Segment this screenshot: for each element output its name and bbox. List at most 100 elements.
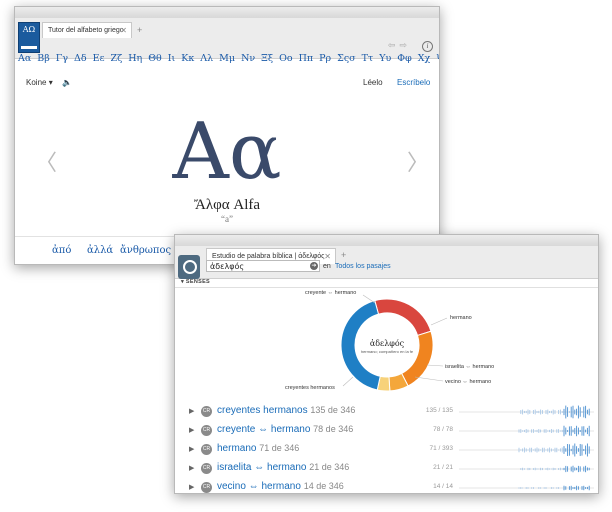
nav-arrows-icon[interactable]: ⇦⇨: [388, 40, 411, 51]
new-tab-icon[interactable]: +: [137, 25, 142, 35]
chevron-down-icon: ▾: [48, 78, 53, 87]
alphabet-letter-0[interactable]: Αα: [18, 53, 31, 64]
sense-label: israelita ⇔ hermano: [217, 462, 307, 473]
search-input[interactable]: ἀδελφός: [206, 260, 320, 272]
speaker-icon[interactable]: 🔈: [62, 78, 72, 87]
slice-label: hermano: [450, 315, 472, 321]
alphabet-letter-16[interactable]: Ρρ: [319, 53, 331, 64]
info-icon[interactable]: i: [422, 41, 433, 52]
sense-icon: CR: [201, 482, 212, 493]
alphabet-letter-15[interactable]: Ππ: [299, 53, 314, 64]
donut-center-word: ἀδελφός: [370, 339, 405, 348]
leader-line: [342, 376, 354, 387]
sense-count: 135 de 346: [310, 405, 356, 415]
example-word[interactable]: ἄνθρωπος: [120, 245, 171, 256]
list-item[interactable]: ▶ CR creyentes hermanos 135 de 346 135 /…: [175, 403, 598, 421]
read-tab[interactable]: Léelo: [363, 78, 383, 87]
write-tab[interactable]: Escríbelo: [397, 78, 430, 87]
search-go-icon[interactable]: ➔: [310, 262, 318, 270]
leader-line: [414, 376, 444, 382]
word-study-window: Estudio de palabra bíblica | ἀδελφός ✕ +…: [174, 234, 599, 494]
senses-donut-chart: ἀδελφόςhermano; compañero en la fe creyen…: [285, 290, 494, 392]
donut-slice-2[interactable]: [400, 330, 434, 387]
letter-name: Ἄλφα Alfa: [193, 197, 261, 213]
slice-label: israelita ⇔ hermano: [445, 364, 494, 370]
sense-icon: CR: [201, 444, 212, 455]
list-item[interactable]: ▶ CR israelita ⇔ hermano 21 de 346 21 / …: [175, 460, 598, 478]
alphabet-letter-8[interactable]: Ιι: [168, 53, 175, 64]
donut-center-gloss: hermano; compañero en la fe: [361, 349, 414, 354]
alphabet-letter-6[interactable]: Ηη: [128, 53, 142, 64]
slice-label: creyentes hermanos: [285, 385, 335, 391]
list-item[interactable]: ▶ CR hermano 71 de 346 71 / 393: [175, 441, 598, 459]
distribution-sparkline: [459, 425, 594, 437]
expand-icon[interactable]: ▶: [189, 426, 194, 434]
distribution-sparkline: [459, 405, 594, 419]
slice-label: vecino ⇔ hermano: [445, 379, 491, 385]
logo-bar: [21, 46, 37, 49]
leader-line: [430, 317, 448, 326]
alphabet-letter-7[interactable]: Θθ: [148, 53, 162, 64]
alphabet-letter-13[interactable]: Ξξ: [261, 53, 273, 64]
sense-ratio: 14 / 14: [433, 483, 453, 490]
leader-line: [362, 294, 376, 304]
tab-tutor[interactable]: Tutor del alfabeto griego ✕: [42, 22, 132, 38]
list-item[interactable]: ▶ CR vecino ⇔ hermano 14 de 346 14 / 14: [175, 479, 598, 493]
alphabet-bar: Αα Ββ Γγ Δδ Εε Ζζ Ηη Θθ Ιι Κκ Λλ Μμ Νν Ξξ Οο Ππ Ρρ Σςσ Ττ Υ…: [15, 53, 439, 64]
sense-label: vecino ⇔ hermano: [217, 481, 301, 492]
sense-ratio: 71 / 393: [429, 445, 454, 452]
logo-text: ΑΩ: [22, 25, 36, 34]
tab-word-study-label: Estudio de palabra bíblica | ἀδελφός: [212, 253, 325, 260]
example-word[interactable]: ἀπό: [52, 245, 71, 256]
letter-display: Αα: [172, 107, 282, 197]
expand-icon[interactable]: ▶: [189, 483, 194, 491]
expand-icon[interactable]: ▶: [189, 445, 194, 453]
dialect-select[interactable]: Koine ▾: [26, 78, 53, 87]
alphabet-letter-10[interactable]: Λλ: [200, 53, 213, 64]
sense-count: 78 de 346: [313, 424, 354, 434]
list-item[interactable]: ▶ CR creyente ⇔ hermano 78 de 346 78 / 7…: [175, 422, 598, 440]
letter-pronunciation: “a”: [221, 214, 233, 224]
distribution-sparkline: [459, 443, 594, 457]
donut-slice-1[interactable]: [374, 298, 432, 337]
expand-icon[interactable]: ▶: [189, 464, 194, 472]
alphabet-letter-18[interactable]: Ττ: [362, 53, 374, 64]
study-logo-icon[interactable]: [178, 255, 200, 279]
alphabet-letter-21[interactable]: Χχ: [418, 53, 431, 64]
sense-label: creyentes hermanos: [217, 405, 308, 416]
alphabet-letter-22[interactable]: Ψψ: [436, 53, 439, 64]
alphabet-letter-11[interactable]: Μμ: [219, 53, 235, 64]
close-icon[interactable]: ✕: [120, 23, 127, 39]
sense-ratio: 78 / 78: [433, 426, 453, 433]
sense-ratio: 21 / 21: [433, 464, 453, 471]
alphabet-tutor-window: ΑΩ Tutor del alfabeto griego ✕ + ⇦⇨ i Αα…: [14, 6, 440, 265]
sense-icon: CR: [201, 406, 212, 417]
alphabet-letter-4[interactable]: Εε: [93, 53, 105, 64]
example-word[interactable]: ἀλλά: [87, 245, 113, 256]
slice-label: creyente ⇔ hermano: [305, 290, 356, 296]
sense-icon: CR: [201, 463, 212, 474]
alphabet-letter-5[interactable]: Ζζ: [111, 53, 123, 64]
alphabet-letter-9[interactable]: Κκ: [181, 53, 194, 64]
sense-label: hermano: [217, 443, 257, 454]
alphabet-letter-20[interactable]: Φφ: [397, 53, 411, 64]
sense-label: creyente ⇔ hermano: [217, 424, 311, 435]
distribution-sparkline: [459, 485, 594, 491]
alphabet-letter-3[interactable]: Δδ: [74, 53, 87, 64]
scope-link[interactable]: Todos los pasajes: [335, 263, 391, 270]
expand-icon[interactable]: ▶: [189, 407, 194, 415]
sense-count: 14 de 346: [303, 481, 344, 491]
alphabet-letter-17[interactable]: Σςσ: [337, 53, 356, 64]
alphabet-letter-14[interactable]: Οο: [279, 53, 293, 64]
dialect-label: Koine: [26, 78, 47, 87]
alphabet-letter-1[interactable]: Ββ: [37, 53, 49, 64]
sense-count: 21 de 346: [309, 462, 350, 472]
tab-tutor-label: Tutor del alfabeto griego: [48, 27, 124, 34]
alphabet-letter-12[interactable]: Νν: [241, 53, 255, 64]
alphabet-letter-19[interactable]: Υυ: [379, 53, 391, 64]
leader-line: [426, 364, 444, 367]
new-tab-icon[interactable]: +: [341, 250, 346, 260]
alphabet-letter-2[interactable]: Γγ: [56, 53, 68, 64]
in-label: en: [323, 263, 331, 270]
app-logo-icon[interactable]: ΑΩ: [18, 22, 40, 53]
